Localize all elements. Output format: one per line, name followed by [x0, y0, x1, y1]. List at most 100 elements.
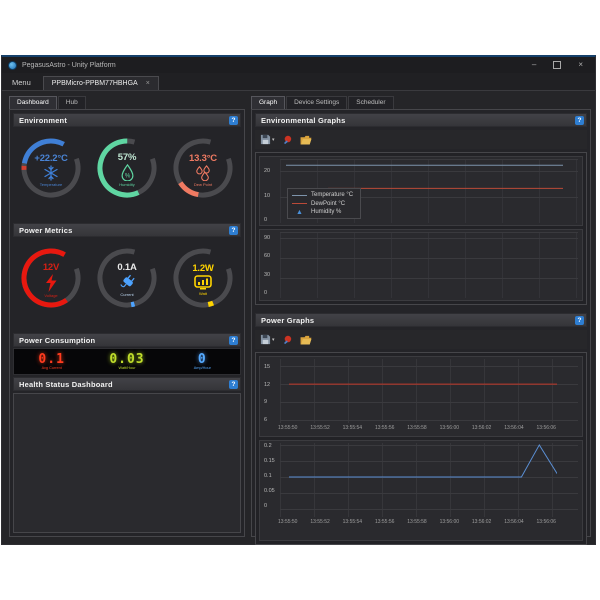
maximize-button[interactable] [553, 61, 561, 69]
menu-item-menu[interactable]: Menu [8, 75, 43, 90]
dew-point-label: Dew Point [194, 182, 212, 187]
x-tick-label: 13:55:54 [343, 425, 362, 433]
x-tick-label: 13:56:06 [537, 519, 556, 527]
x-axis-labels: 13:55:5013:55:5213:55:5413:55:5613:55:58… [278, 425, 556, 433]
app-logo-icon [8, 61, 17, 70]
y-tick-label: 9 [264, 399, 267, 405]
dew-point-value: 13.3°C [189, 153, 217, 164]
device-tab-close-icon[interactable]: × [146, 80, 150, 87]
power-graphs-toolbar: ▾ [255, 330, 587, 349]
current-value: 0.1A [117, 262, 136, 273]
help-button[interactable]: ? [229, 226, 238, 235]
dewpoint-drops-icon [195, 165, 211, 181]
help-button[interactable]: ? [575, 316, 584, 325]
watt-label: Watt [199, 291, 207, 296]
amp-hour-value: 0 [198, 353, 207, 366]
tab-graph[interactable]: Graph [251, 96, 285, 109]
help-button[interactable]: ? [229, 380, 238, 389]
avg-current-label: Avg Current [42, 367, 62, 371]
voltage-gauge: 12V Voltage [15, 243, 87, 321]
dewpoint-series [328, 159, 563, 223]
snowflake-icon [43, 165, 59, 181]
amps-series [289, 443, 557, 517]
close-button[interactable]: × [578, 61, 583, 69]
save-icon [260, 334, 271, 345]
section-title: Environment [19, 116, 229, 125]
section-title: Health Status Dashboard [19, 380, 229, 389]
help-button[interactable]: ? [575, 116, 584, 125]
amp-hour-label: Amp/Hour [194, 367, 211, 371]
snapshot-button[interactable] [283, 135, 292, 144]
open-file-button[interactable] [300, 135, 312, 145]
dashboard-panel: Dashboard Hub Environment ? [9, 96, 245, 537]
x-tick-label: 13:55:58 [407, 519, 426, 527]
legend-item-temperature: Temperature °C [292, 192, 353, 198]
save-dropdown-caret[interactable]: ▾ [272, 337, 275, 343]
environment-section-header: Environment ? [13, 113, 241, 127]
y-tick-label: 6 [264, 417, 267, 423]
save-button[interactable]: ▾ [260, 334, 275, 345]
x-tick-label: 13:55:52 [310, 425, 329, 433]
open-folder-icon [300, 135, 312, 145]
humidity-value: 57% [118, 152, 136, 163]
chart-legend: Temperature °C DewPoint °C ▲ Humidity % [287, 188, 361, 219]
snapshot-icon [283, 335, 292, 344]
snapshot-button[interactable] [283, 335, 292, 344]
current-label: Current [120, 292, 133, 297]
y-tick-label: 0.1 [264, 473, 272, 479]
voltage-bolt-icon [44, 274, 58, 292]
section-title: Power Graphs [261, 316, 575, 325]
save-button[interactable]: ▾ [260, 134, 275, 145]
temperature-value: +22.2°C [34, 153, 67, 164]
minimize-button[interactable]: – [532, 61, 536, 69]
menu-bar: Menu PPBMicro-PPBM77HBHGA × [2, 73, 595, 91]
x-tick-label: 13:55:52 [310, 519, 329, 527]
dew-point-gauge: 13.3°C Dew Point [167, 133, 239, 211]
save-dropdown-caret[interactable]: ▾ [272, 137, 275, 143]
humidity-triangle-swatch: ▲ [292, 210, 307, 215]
y-tick-label: 12 [264, 382, 270, 388]
section-title: Power Metrics [19, 226, 229, 235]
y-tick-label: 0 [264, 503, 267, 509]
env-graphs-toolbar: ▾ [255, 130, 587, 149]
health-status-content [13, 393, 241, 533]
watt-hour-label: Watt/Hour [119, 367, 136, 371]
y-axis-ticks: 0.20.150.10.050 [260, 443, 280, 517]
tab-dashboard[interactable]: Dashboard [9, 96, 57, 109]
voltage-label: Voltage [44, 293, 57, 298]
watt-value: 1.2W [192, 263, 213, 274]
x-tick-label: 13:55:56 [375, 425, 394, 433]
open-file-button[interactable] [300, 335, 312, 345]
power-plug-icon [119, 274, 136, 291]
power-graphs-section-header: Power Graphs ? [255, 313, 587, 327]
amp-hour-display: 0 Amp/Hour [165, 353, 240, 371]
x-tick-label: 13:55:50 [278, 519, 297, 527]
tab-device-settings[interactable]: Device Settings [286, 96, 347, 109]
current-gauge: 0.1A Current [91, 243, 163, 321]
y-axis-ticks: 20100 [260, 159, 280, 223]
help-button[interactable]: ? [229, 116, 238, 125]
x-tick-label: 13:56:02 [472, 519, 491, 527]
legend-item-humidity: ▲ Humidity % [292, 209, 353, 215]
plot-area [280, 359, 578, 423]
x-tick-label: 13:55:56 [375, 519, 394, 527]
avg-current-value: 0.1 [38, 353, 64, 366]
x-tick-label: 13:56:04 [504, 519, 523, 527]
environment-gauges: +22.2°C Temperature [13, 128, 241, 223]
window-title: PegasusAstro - Unity Platform [22, 62, 116, 69]
y-tick-label: 15 [264, 364, 270, 370]
power-consumption-display: 0.1 Avg Current 0.03 Watt/Hour 0 Amp/Hou… [13, 348, 241, 375]
humidity-gauge: 57% % Humidity [91, 133, 163, 211]
avg-current-display: 0.1 Avg Current [14, 353, 89, 371]
power-consumption-section-header: Power Consumption ? [13, 333, 241, 347]
voltage-value: 12V [43, 262, 59, 273]
device-tab[interactable]: PPBMicro-PPBM77HBHGA × [43, 76, 159, 90]
x-tick-label: 13:56:04 [504, 425, 523, 433]
y-tick-label: 10 [264, 193, 270, 199]
help-button[interactable]: ? [229, 336, 238, 345]
tab-scheduler[interactable]: Scheduler [348, 96, 393, 109]
plot-area [280, 232, 578, 298]
tab-hub[interactable]: Hub [58, 96, 86, 109]
volts-series [289, 359, 557, 423]
graphs-panel: Graph Device Settings Scheduler Environm… [251, 96, 591, 537]
